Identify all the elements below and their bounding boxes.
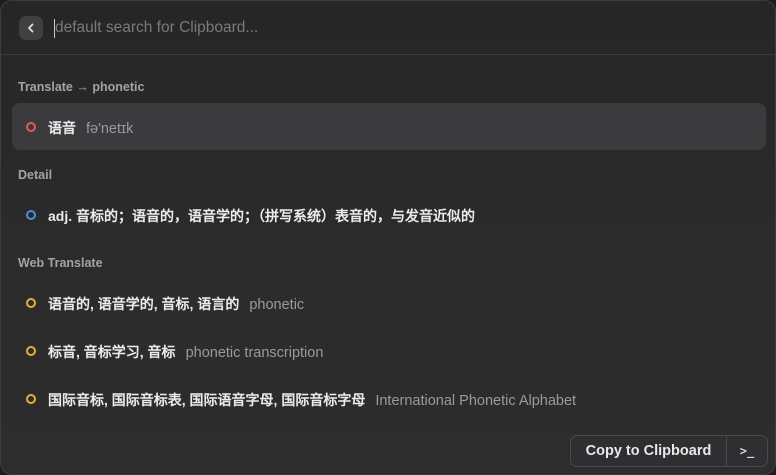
circle-icon: [26, 210, 36, 220]
terminal-icon: >_: [739, 444, 755, 458]
list-item-web-3[interactable]: 国际音标, 国际音标表, 国际语音字母, 国际音标字母 International…: [12, 375, 766, 422]
item-subtitle: phonetic transcription: [185, 345, 324, 361]
section-title-web-translate: Web Translate: [18, 256, 103, 270]
chevron-left-icon: [28, 23, 34, 33]
circle-icon: [26, 122, 36, 132]
terminal-button[interactable]: >_: [726, 435, 768, 467]
search-bar: [1, 1, 775, 55]
item-title: adj. 音标的；语音的，语音学的；（拼写系统）表音的，与发音近似的: [48, 208, 476, 224]
circle-icon: [26, 394, 36, 404]
item-title: 标音, 音标学习, 音标 phonetic transcription: [48, 344, 324, 361]
section-title-translate: Translate → phonetic: [18, 80, 145, 94]
section-title-detail: Detail: [18, 168, 53, 182]
list-item-detail[interactable]: adj. 音标的；语音的，语音学的；（拼写系统）表音的，与发音近似的: [12, 191, 766, 238]
item-subtitle: phonetic: [249, 297, 305, 313]
search-input[interactable]: [55, 15, 735, 41]
back-button[interactable]: [19, 16, 43, 40]
app-window: Translate → phonetic 语音fə'netɪk Detail a…: [0, 0, 776, 475]
copy-button-label: Copy to Clipboard: [585, 443, 712, 459]
list-item-web-1[interactable]: 语音的, 语音学的, 音标, 语言的 phonetic: [12, 279, 766, 326]
item-subtitle: International Phonetic Alphabet: [375, 393, 577, 409]
item-subtitle: fə'netɪk: [86, 121, 134, 137]
item-title: 语音 fə'netɪk: [48, 120, 134, 137]
item-title: 语音的, 语音学的, 音标, 语言的 phonetic: [48, 296, 305, 313]
circle-icon: [26, 298, 36, 308]
list-item-translation[interactable]: 语音 fə'netɪk: [12, 103, 766, 150]
item-title: 国际音标, 国际音标表, 国际语音字母, 国际音标字母 International…: [48, 392, 577, 409]
copy-to-clipboard-button[interactable]: Copy to Clipboard: [570, 435, 727, 467]
list-item-web-2[interactable]: 标音, 音标学习, 音标 phonetic transcription: [12, 327, 766, 374]
circle-icon: [26, 346, 36, 356]
